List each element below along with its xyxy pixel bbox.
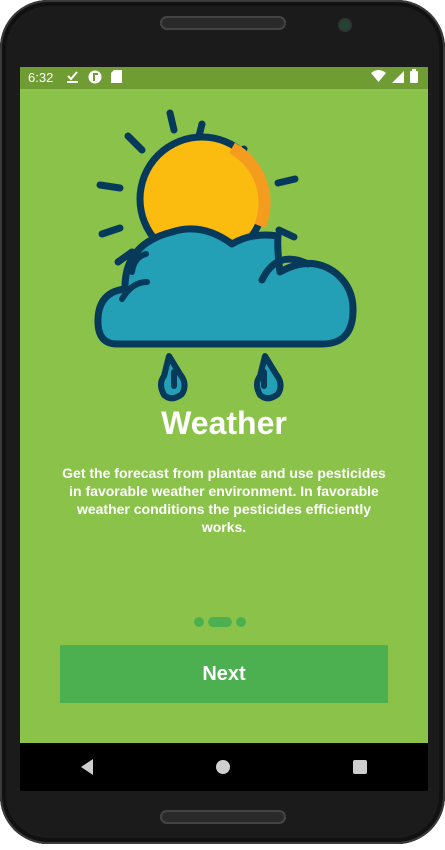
page-dot[interactable] xyxy=(236,617,246,627)
phone-frame: 6:32 Weather Get the forecast from plant… xyxy=(0,0,445,844)
onboarding-description: Get the forecast from plantae and use pe… xyxy=(62,465,386,535)
page-dot-active[interactable] xyxy=(208,617,232,627)
status-icons-right xyxy=(371,69,418,86)
next-button[interactable]: Next xyxy=(60,645,388,703)
screen: 6:32 Weather Get the forecast from plant… xyxy=(20,67,428,791)
page-indicator xyxy=(194,617,246,627)
bottom-speaker xyxy=(160,810,286,824)
status-time: 6:32 xyxy=(28,70,54,85)
navigation-bar xyxy=(20,743,428,791)
app-icon xyxy=(88,70,102,87)
status-bar: 6:32 xyxy=(20,67,428,89)
page-dot[interactable] xyxy=(194,617,204,627)
recent-apps-icon[interactable] xyxy=(352,760,367,774)
onboarding-screen: Weather Get the forecast from plantae an… xyxy=(20,89,428,743)
wifi-icon xyxy=(371,69,386,86)
front-camera xyxy=(340,20,350,30)
home-icon[interactable] xyxy=(215,760,230,774)
weather-illustration xyxy=(92,104,358,407)
battery-icon xyxy=(410,69,418,86)
back-icon[interactable] xyxy=(81,759,94,775)
sd-card-icon xyxy=(111,70,122,87)
download-done-icon xyxy=(66,70,79,87)
status-icons-left xyxy=(66,70,122,87)
onboarding-title: Weather xyxy=(161,405,287,441)
top-speaker xyxy=(160,16,286,30)
signal-icon xyxy=(392,70,404,86)
